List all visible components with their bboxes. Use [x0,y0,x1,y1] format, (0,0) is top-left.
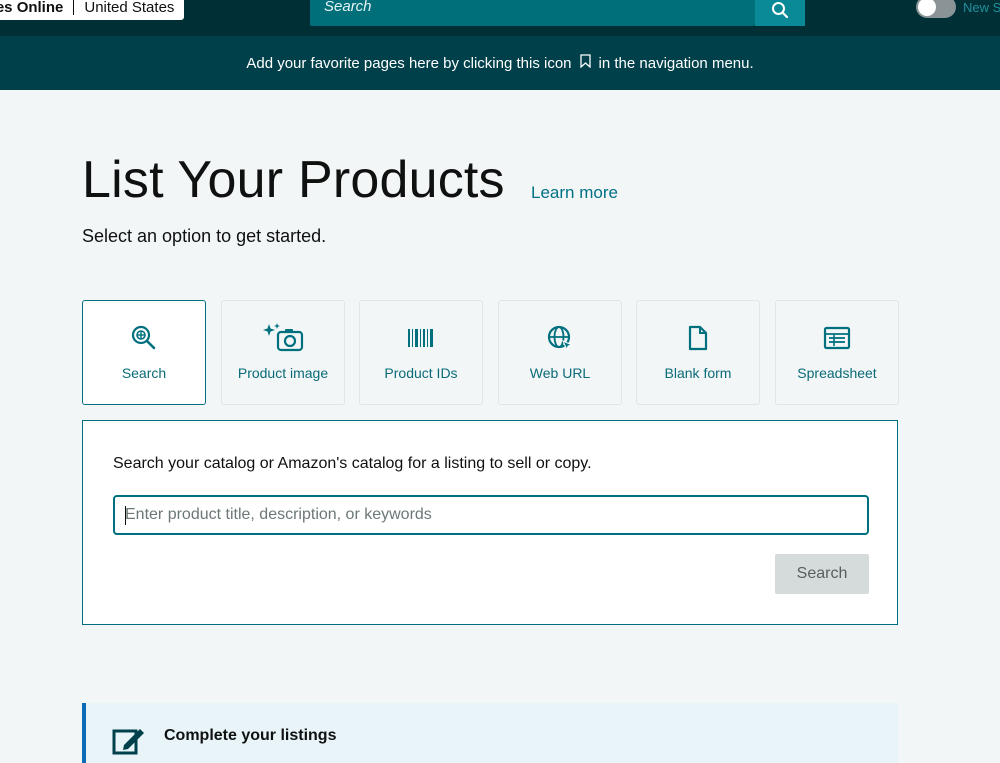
toggle-knob [918,0,936,16]
search-icon [772,2,789,19]
bookmark-icon [579,54,591,72]
product-search-input[interactable]: Enter product title, description, or key… [113,495,869,535]
option-product-ids[interactable]: Product IDs [359,300,483,405]
search-panel: Search your catalog or Amazon's catalog … [82,420,898,625]
favorites-bar: Add your favorite pages here by clicking… [0,36,1000,90]
page-subtitle: Select an option to get started. [82,226,327,246]
new-experience-toggle[interactable] [916,0,956,18]
option-blank-form[interactable]: Blank form [636,300,760,405]
option-label: Web URL [529,365,591,381]
favorites-text-after: in the navigation menu. [598,54,754,72]
toggle-label: New S [963,0,1000,15]
option-web-url[interactable]: Web URL [498,300,622,405]
search-button[interactable]: Search [775,554,869,594]
camera-sparkle-icon [261,321,305,355]
nav-search-input[interactable]: Search [310,0,755,26]
search-panel-description: Search your catalog or Amazon's catalog … [113,455,592,472]
option-product-image[interactable]: Product image [221,300,345,405]
option-label: Spreadsheet [797,365,877,381]
option-label: Product image [237,365,329,381]
complete-listings-title: Complete your listings [164,727,337,744]
spreadsheet-icon [823,321,851,355]
option-label: Search [121,365,167,381]
document-icon [687,321,709,355]
globe-icon [546,321,574,355]
barcode-icon [407,321,435,355]
store-selector[interactable]: res Online United States [0,0,185,20]
option-label: Blank form [664,365,732,381]
store-name: res Online [0,0,64,16]
complete-listings-banner: Complete your listings [82,703,898,763]
top-nav: res Online United States Search New S [0,0,1000,36]
favorites-text-before: Add your favorite pages here by clicking… [246,54,572,72]
learn-more-link[interactable]: Learn more [531,183,618,203]
search-catalog-icon [129,321,159,355]
nav-search-button[interactable] [755,0,805,26]
option-spreadsheet[interactable]: Spreadsheet [775,300,899,405]
edit-icon [110,725,148,760]
page-title: List Your Products [82,151,505,209]
option-search[interactable]: Search [82,300,206,405]
option-label: Product IDs [384,365,458,381]
country-name: United States [84,0,175,16]
